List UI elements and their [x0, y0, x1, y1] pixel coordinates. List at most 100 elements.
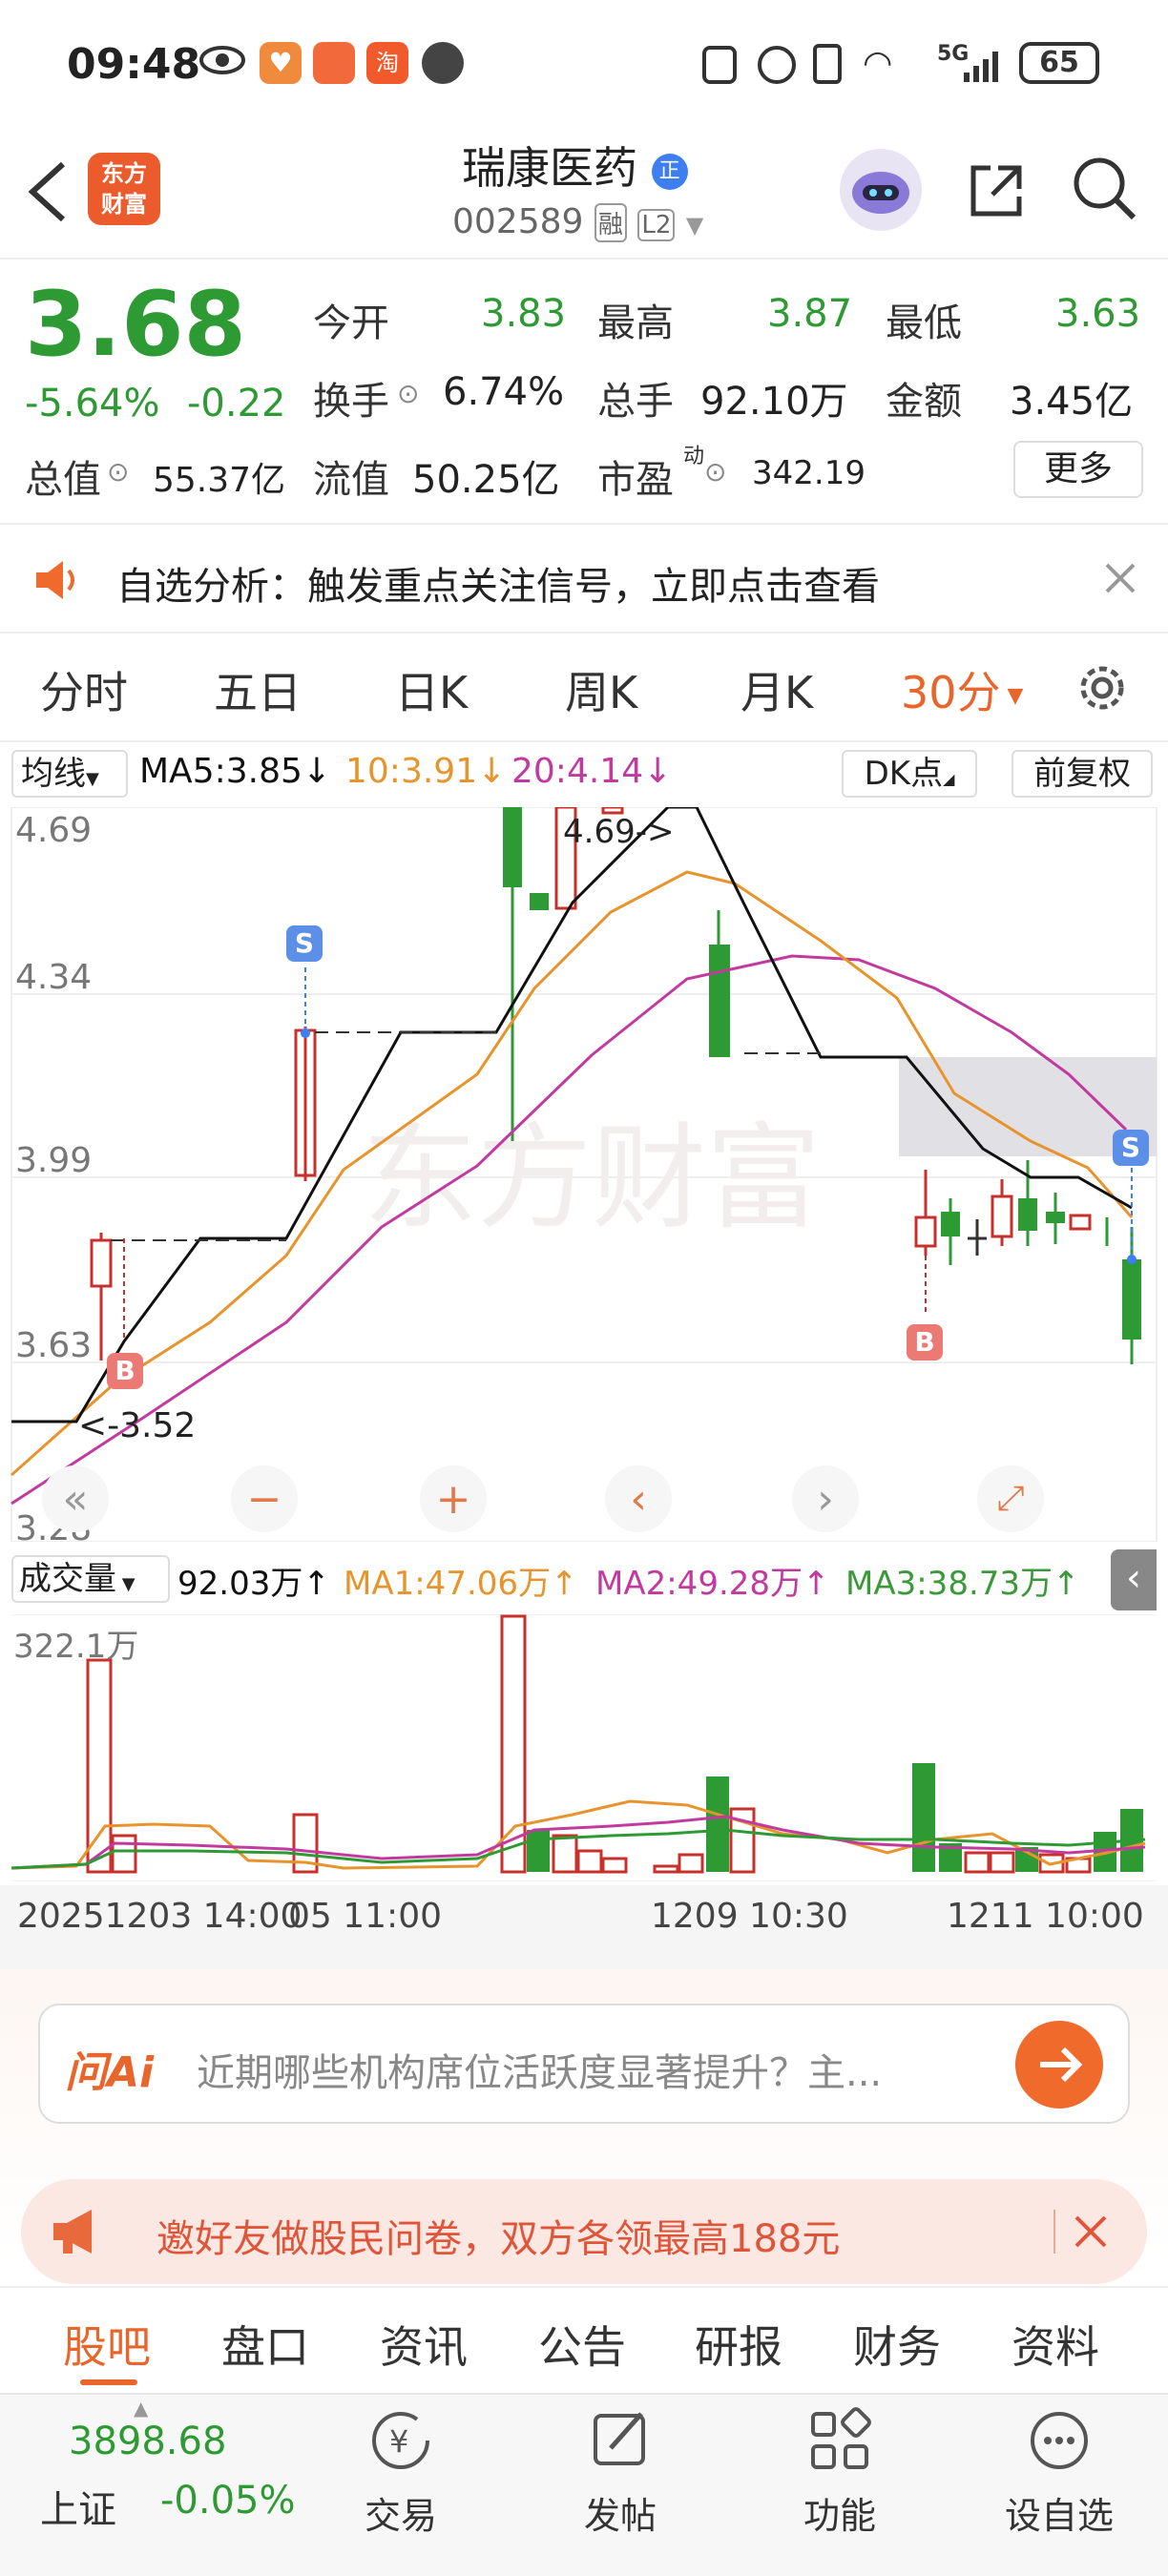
back-button[interactable] — [21, 158, 78, 225]
tab-guba[interactable]: 股吧 — [63, 2313, 151, 2376]
vol-bar — [552, 1834, 578, 1874]
vol-ma2-text: MA2:49.28万 — [595, 1565, 803, 1603]
vol-ma3-text: MA3:38.73万 — [845, 1565, 1053, 1603]
change-pct: -5.64% — [25, 382, 160, 426]
vol-bar — [86, 1658, 113, 1874]
buy-marker[interactable]: B — [907, 1324, 943, 1361]
candle — [530, 893, 549, 910]
add-watchlist-button[interactable]: 设自选 — [992, 2402, 1126, 2565]
stock-code-row: 002589 融 L2 ▼ — [452, 202, 703, 242]
tab-news[interactable]: 资讯 — [380, 2313, 468, 2376]
ma10-value: 10:3.91↓ — [345, 752, 507, 791]
stock-title: 瑞康医药 正 — [462, 134, 688, 197]
price-axis-label: 4.34 — [15, 958, 93, 997]
high-value: 3.87 — [767, 292, 853, 336]
candle — [1046, 1212, 1065, 1223]
status-bar: 09:48 ♥ 淘 ◠ 5G 65 — [0, 0, 1168, 134]
expand-icon: ⤢ — [996, 1479, 1025, 1518]
notice-bar[interactable]: 自选分析：触发重点关注信号，立即点击查看 — [0, 527, 1168, 632]
tab-research[interactable]: 研报 — [695, 2313, 782, 2376]
volume-chart[interactable] — [0, 1614, 1168, 1881]
tab-weekly-k[interactable]: 周K — [565, 658, 637, 721]
adjust-button[interactable]: 前复权 — [1012, 750, 1153, 798]
tab-intraday[interactable]: 分时 — [40, 658, 128, 721]
vol-value: 92.03万↑ — [177, 1565, 330, 1603]
turnover-label: 换手 — [313, 380, 389, 424]
candle — [991, 1195, 1013, 1238]
svg-text:¥: ¥ — [389, 2423, 408, 2460]
alarm-icon — [758, 46, 796, 84]
mktcap-label: 总值 — [25, 458, 101, 502]
dk-point-button[interactable]: DK点◢ — [842, 750, 977, 798]
tab-30min[interactable]: 30分 ▼ — [901, 658, 1023, 721]
vol-ma2: MA2:49.28万↑ — [595, 1565, 830, 1603]
settings-gear-icon[interactable] — [1073, 658, 1132, 717]
dropdown-icon[interactable]: ▼ — [686, 212, 703, 239]
time-label: 05 11:00 — [288, 1897, 442, 1936]
index-change: -0.05% — [160, 2479, 296, 2523]
taobao-icon: 淘 — [366, 42, 408, 84]
index-widget[interactable]: ▲ 3898.68 上证 -0.05% — [0, 2393, 315, 2576]
time-label: 20251203 14:00 — [17, 1897, 302, 1936]
function-button[interactable]: 功能 — [782, 2402, 897, 2565]
vol-text: 92.03万 — [177, 1565, 303, 1603]
app-logo: 东方 财富 — [88, 153, 160, 225]
robot-avatar-icon[interactable] — [840, 149, 922, 231]
trade-button[interactable]: ¥ 交易 — [344, 2402, 458, 2565]
trade-label: 交易 — [364, 2495, 437, 2537]
more-button[interactable]: 更多 — [1013, 441, 1143, 498]
scroll-left-button[interactable]: ‹ — [605, 1465, 672, 1532]
vol-bar — [527, 1830, 550, 1872]
candle — [914, 1215, 937, 1248]
candle — [90, 1238, 113, 1288]
logo-line1: 东方 — [101, 160, 147, 187]
tab-profile[interactable]: 资料 — [1012, 2313, 1099, 2376]
candle — [1069, 1214, 1092, 1231]
promo-divider — [1053, 2210, 1055, 2254]
tab-announcement[interactable]: 公告 — [538, 2313, 626, 2376]
sell-marker[interactable]: S — [286, 925, 323, 962]
info-icon[interactable]: ⊙ — [397, 378, 419, 409]
speaker-icon — [32, 559, 82, 601]
ma-selector[interactable]: 均线▼ — [11, 750, 128, 798]
close-icon[interactable] — [1101, 559, 1139, 597]
scroll-right-button[interactable]: › — [792, 1465, 859, 1532]
price-axis-label: 4.69 — [15, 811, 93, 850]
open-value: 3.83 — [481, 292, 567, 336]
float-value: 50.25亿 — [412, 458, 560, 502]
zoom-out-button[interactable]: − — [231, 1465, 298, 1532]
ai-question-bar[interactable]: 问Ai 近期哪些机构席位活跃度显著提升？主... — [38, 2004, 1130, 2124]
post-button[interactable]: 发帖 — [563, 2402, 678, 2565]
fullscreen-button[interactable]: ⤢ — [977, 1465, 1044, 1532]
double-chevron-left-icon: « — [62, 1474, 89, 1524]
buy-marker[interactable]: B — [107, 1353, 143, 1389]
collapse-tab[interactable]: ‹ — [1111, 1549, 1157, 1610]
tab-pankou[interactable]: 盘口 — [221, 2313, 309, 2376]
info-icon[interactable]: ⊙ — [704, 456, 726, 488]
share-icon[interactable] — [964, 156, 1031, 223]
vol-bar — [111, 1834, 137, 1874]
vol-selector[interactable]: 成交量 ▼ — [11, 1555, 170, 1603]
ai-send-button[interactable] — [1015, 2021, 1103, 2109]
rewind-button[interactable]: « — [42, 1465, 109, 1532]
vol-bar — [576, 1849, 603, 1874]
promo-text: 邀好友做股民问卷，双方各领最高188元 — [156, 2217, 841, 2261]
tab-monthly-k[interactable]: 月K — [740, 658, 813, 721]
low-annotation: <-3.52 — [78, 1406, 197, 1445]
tab-finance[interactable]: 财务 — [853, 2313, 941, 2376]
volume-label: 总手 — [597, 380, 674, 424]
search-icon[interactable] — [1069, 153, 1139, 223]
tab-daily-k[interactable]: 日K — [395, 658, 468, 721]
close-icon[interactable] — [1071, 2212, 1111, 2252]
l2-tag: L2 — [637, 209, 676, 241]
promo-bar[interactable]: 邀好友做股民问卷，双方各领最高188元 — [21, 2179, 1147, 2284]
zoom-in-button[interactable]: + — [420, 1465, 487, 1532]
info-icon[interactable]: ⊙ — [107, 456, 129, 488]
stock-name: 瑞康医药 — [462, 142, 637, 194]
tab-five-day[interactable]: 五日 — [214, 658, 302, 721]
vol-max-label: 322.1万 — [13, 1628, 139, 1666]
ma-selector-label: 均线 — [21, 755, 86, 793]
tab-30min-label: 30分 — [901, 667, 1001, 718]
sell-marker[interactable]: S — [1113, 1130, 1149, 1166]
volume-value: 92.10万 — [700, 380, 848, 424]
